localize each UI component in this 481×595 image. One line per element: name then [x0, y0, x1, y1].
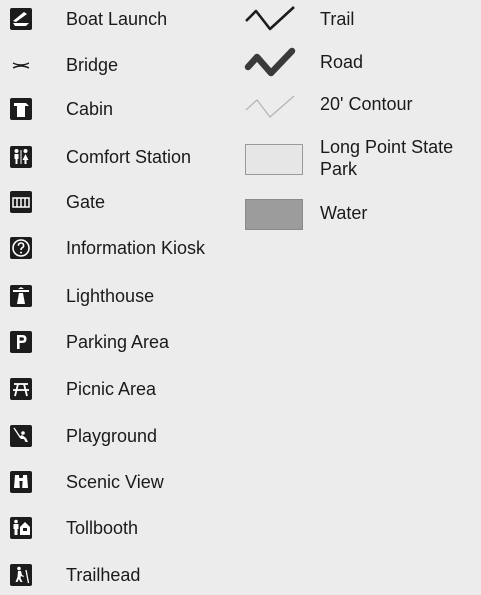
lighthouse-icon [10, 285, 32, 307]
legend-item-state-park: Long Point State Park [244, 136, 481, 186]
parking-area-icon [10, 331, 32, 353]
tollbooth-icon [10, 517, 32, 539]
legend-label: Parking Area [66, 332, 170, 352]
bridge-icon [10, 54, 32, 76]
legend-label: Trailhead [66, 565, 141, 585]
state-park-area-icon [245, 144, 303, 175]
legend-label: Cabin [66, 99, 114, 119]
legend-label: Playground [66, 426, 158, 446]
legend-item-scenic-view: Scenic View [0, 470, 240, 502]
information-kiosk-icon [10, 237, 32, 259]
boat-launch-icon [10, 8, 32, 30]
legend-label: Boat Launch [66, 9, 168, 29]
legend-item-parking-area: Parking Area [0, 330, 240, 362]
legend-label: Information Kiosk [66, 238, 206, 258]
legend-label: Gate [66, 192, 106, 212]
water-area-icon [245, 199, 303, 230]
contour-line-icon [245, 95, 295, 118]
trailhead-icon [10, 564, 32, 586]
trail-line-icon [245, 6, 295, 31]
legend-item-road: Road [244, 47, 474, 79]
legend-label: Picnic Area [66, 379, 157, 399]
legend-label: Road [320, 52, 364, 72]
legend-label: 20' Contour [320, 94, 413, 114]
legend-item-information-kiosk: Information Kiosk [0, 236, 240, 268]
legend-label: Tollbooth [66, 518, 139, 538]
legend-item-water: Water [244, 197, 474, 230]
legend-item-trailhead: Trailhead [0, 563, 240, 595]
legend-item-bridge: Bridge [0, 53, 240, 85]
legend-item-picnic-area: Picnic Area [0, 377, 240, 409]
legend-label: Trail [320, 9, 355, 29]
legend-item-boat-launch: Boat Launch [0, 7, 240, 39]
legend-item-contour: 20' Contour [244, 90, 474, 122]
legend-label: Bridge [66, 55, 119, 75]
playground-icon [10, 425, 32, 447]
legend-item-tollbooth: Tollbooth [0, 516, 240, 548]
scenic-view-icon [10, 471, 32, 493]
legend-item-playground: Playground [0, 424, 240, 456]
legend-item-comfort-station: Comfort Station [0, 145, 240, 177]
cabin-icon [10, 98, 32, 120]
legend-label: Comfort Station [66, 147, 192, 167]
legend-item-lighthouse: Lighthouse [0, 284, 240, 316]
legend-item-gate: Gate [0, 190, 240, 222]
comfort-station-icon [10, 146, 32, 168]
legend-item-cabin: Cabin [0, 97, 240, 129]
road-line-icon [244, 47, 296, 77]
legend-label: Water [320, 203, 368, 223]
legend-label: Lighthouse [66, 286, 155, 306]
legend-label: Scenic View [66, 472, 164, 492]
legend-label: Long Point State Park [320, 137, 454, 179]
gate-icon [10, 191, 32, 213]
picnic-area-icon [10, 378, 32, 400]
legend-item-trail: Trail [244, 5, 474, 37]
